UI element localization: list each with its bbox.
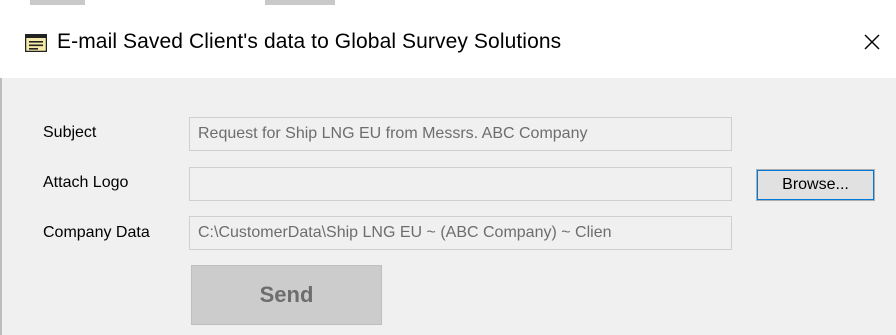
close-button[interactable]	[848, 22, 896, 66]
background-window-strip	[0, 0, 896, 14]
form-icon	[24, 33, 48, 53]
company-data-label: Company Data	[43, 224, 150, 241]
background-text-fragment	[265, 0, 335, 5]
send-button[interactable]: Send	[191, 265, 382, 325]
title-bar: E-mail Saved Client's data to Global Sur…	[0, 14, 896, 78]
subject-label: Subject	[43, 124, 97, 141]
browse-button[interactable]: Browse...	[756, 169, 875, 201]
attach-logo-label: Attach Logo	[43, 174, 129, 191]
window-border	[0, 78, 2, 335]
close-icon	[863, 33, 881, 56]
background-text-fragment	[30, 0, 85, 5]
window-title: E-mail Saved Client's data to Global Sur…	[57, 30, 562, 53]
email-dialog: E-mail Saved Client's data to Global Sur…	[0, 0, 896, 335]
subject-field[interactable]: Request for Ship LNG EU from Messrs. ABC…	[189, 117, 732, 151]
attach-logo-field[interactable]	[189, 167, 732, 201]
company-data-field[interactable]: C:\CustomerData\Ship LNG EU ~ (ABC Compa…	[189, 216, 732, 250]
